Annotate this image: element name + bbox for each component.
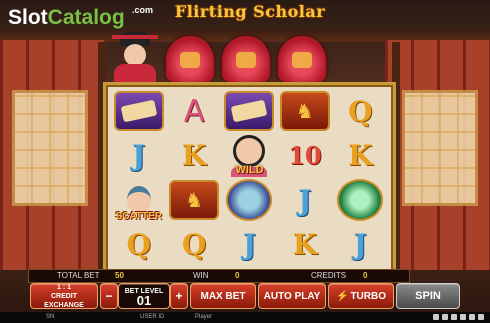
game-scene: SlotCatalog .com Flirting Scholar A ♞ Q J K W… <box>0 0 490 323</box>
info-bar: TOTAL BET 50 WIN 0 CREDITS 0 <box>28 269 410 283</box>
total-bet-value: 50 <box>115 271 124 280</box>
win-value: 0 <box>235 271 240 280</box>
symbol-jade <box>333 178 388 223</box>
reel-grid: A ♞ Q J K WILD 10 K SCATTER ♞ J Q Q J K J <box>111 89 388 267</box>
symbol-10: 10 <box>288 141 322 171</box>
symbol-q: Q <box>348 94 373 128</box>
watermark-logo: SlotCatalog .com <box>8 5 153 30</box>
spin-button[interactable]: SPIN <box>396 283 460 309</box>
right-lattice-window <box>402 90 478 206</box>
user-id-label: USER ID <box>140 314 165 320</box>
symbol-j: J <box>132 139 146 173</box>
symbol-a: A <box>183 93 205 129</box>
player-name: Player <box>195 314 213 320</box>
sn-label: SN <box>46 314 55 320</box>
turbo-button[interactable]: ⚡ TURBO <box>328 283 394 309</box>
bet-level-display: BET LEVEL 01 <box>118 283 170 309</box>
credits-value: 0 <box>363 271 368 280</box>
symbol-j: J <box>242 228 257 262</box>
symbol-q: Q <box>126 228 151 262</box>
symbol-j: J <box>353 228 367 262</box>
settings-icon[interactable] <box>433 314 439 320</box>
veiled-bride-1 <box>166 36 214 82</box>
sound-icon[interactable] <box>460 314 466 320</box>
symbol-horse: ♞ <box>166 178 221 223</box>
watermark-slot: Slot <box>8 6 48 29</box>
veiled-bride-2 <box>222 36 270 82</box>
veiled-bride-3 <box>278 36 326 82</box>
symbol-q: Q <box>181 228 207 262</box>
symbol-k: K <box>348 139 373 173</box>
info-icon[interactable] <box>442 314 448 320</box>
wild-label: WILD <box>235 164 264 176</box>
footer-icons <box>433 314 484 320</box>
win-label: WIN <box>193 271 209 280</box>
turbo-label: TURBO <box>350 290 386 302</box>
max-bet-button[interactable]: MAX BET <box>190 283 256 309</box>
symbol-moth <box>222 178 277 223</box>
symbol-scatter: SCATTER <box>111 178 166 223</box>
symbol-wild: WILD <box>222 134 277 179</box>
left-lattice-window <box>12 90 88 206</box>
symbol-scroll <box>111 89 166 134</box>
reel-frame: A ♞ Q J K WILD 10 K SCATTER ♞ J Q Q J K J <box>103 82 396 274</box>
footer-bar: SN USER ID Player <box>0 312 490 323</box>
credits-label: CREDITS <box>311 271 347 280</box>
bet-decrease-button[interactable]: − <box>100 283 118 309</box>
turbo-icon: ⚡ <box>335 290 349 302</box>
game-title: Flirting Scholar <box>174 2 326 21</box>
scatter-label: SCATTER <box>115 210 162 222</box>
bet-level-value: 01 <box>136 293 152 308</box>
symbol-k: K <box>292 228 318 262</box>
symbol-horse: ♞ <box>277 89 332 134</box>
watermark-catalog: Catalog <box>47 6 125 29</box>
credit-exchange-label: CREDIT EXCHANGE <box>44 292 84 309</box>
symbol-j: J <box>298 183 312 217</box>
bet-increase-button[interactable]: + <box>170 283 188 309</box>
symbol-k: K <box>181 139 207 173</box>
auto-play-button[interactable]: AUTO PLAY <box>258 283 326 309</box>
history-icon[interactable] <box>451 314 457 320</box>
credit-ratio: 1 : 1 <box>56 283 71 291</box>
credit-exchange-button[interactable]: 1 : 1 CREDIT EXCHANGE <box>30 283 98 309</box>
total-bet-label: TOTAL BET <box>57 271 100 280</box>
fullscreen-icon[interactable] <box>469 314 475 320</box>
scholar-character <box>112 32 158 86</box>
symbol-scroll <box>222 89 277 134</box>
home-icon[interactable] <box>478 314 484 320</box>
